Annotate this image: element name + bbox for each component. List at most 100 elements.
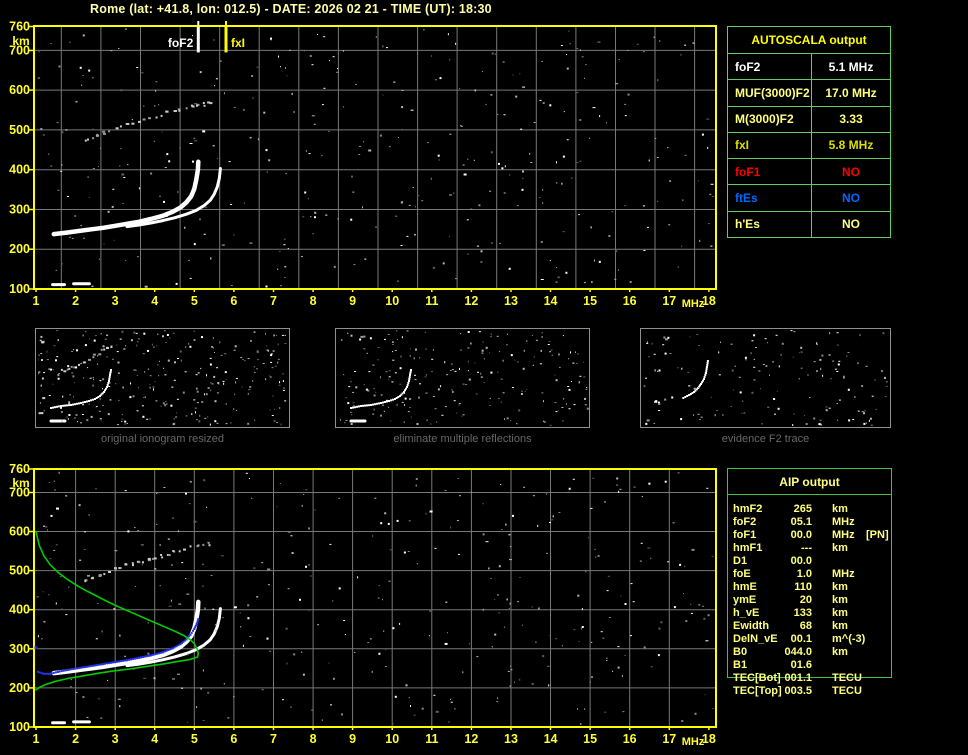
axis-label: 400 xyxy=(9,163,30,177)
parameter-value: 68 xyxy=(799,620,812,632)
noise-speckle-layer xyxy=(339,330,589,426)
parameter-value: 01.6 xyxy=(790,659,812,671)
axis-label: 6 xyxy=(230,294,237,308)
parameter-label: h'Es xyxy=(728,211,812,237)
parameter-unit: km xyxy=(832,607,848,619)
aip-row-foe: foE 1.0 MHz xyxy=(733,568,893,581)
autoscala-row-ftes: ftEs NO xyxy=(728,184,890,211)
axis-label: 10 xyxy=(385,294,399,308)
parameter-value: 001.1 xyxy=(784,672,812,684)
marker-foF2 xyxy=(196,27,200,53)
aip-row-b0: B0 044.0 km xyxy=(733,646,893,659)
axis-label: 13 xyxy=(504,294,518,308)
parameter-label: foF1 xyxy=(728,159,812,185)
parameter-value: 5.8 MHz xyxy=(828,138,874,153)
axis-label: 400 xyxy=(9,603,30,617)
parameter-value: 044.0 xyxy=(784,646,812,658)
parameter-unit: TECU xyxy=(832,672,862,684)
aip-row-tec-top-: TEC[Top] 003.5 TECU xyxy=(733,685,893,698)
axis-label: 4 xyxy=(151,294,158,308)
axis-label: 500 xyxy=(9,123,30,137)
parameter-value: 17.0 MHz xyxy=(825,85,877,100)
aip-row-deln-ve: DelN_vE 00.1 m^(-3) xyxy=(733,633,893,646)
axis-label: MHz xyxy=(682,298,705,310)
series-main-trace xyxy=(350,369,412,409)
axis-label: 14 xyxy=(544,294,558,308)
parameter-value: --- xyxy=(801,542,812,554)
axis-label: 6 xyxy=(230,732,237,746)
noise-speckle-layer xyxy=(37,330,287,426)
parameter-label: hmF1 xyxy=(733,542,763,554)
series-second-hop-echo xyxy=(84,101,213,142)
parameter-label: DelN_vE xyxy=(733,633,778,645)
axis-label: 14 xyxy=(544,732,558,746)
autoscala-row-m-3000-f2: M(3000)F2 3.33 xyxy=(728,105,890,132)
aip-row-hmf2: hmF2 265 km xyxy=(733,503,893,516)
axis-label: 760 xyxy=(9,20,30,34)
series-main-trace xyxy=(50,369,112,409)
autoscala-program-screen: 760 700 600 500 400 300 200 100 km 1 2 3 4 5 6 7 8 9 10 11 1… xyxy=(0,0,968,755)
aip-table-header: AIP output xyxy=(728,469,891,495)
axis-label: 9 xyxy=(349,732,356,746)
axis-label: 2 xyxy=(72,294,79,308)
parameter-value: 110 xyxy=(794,581,812,593)
axis-label: km xyxy=(12,476,29,490)
parameter-label: MUF(3000)F2 xyxy=(728,80,812,106)
axis-label: 12 xyxy=(464,732,478,746)
parameter-unit: m^(-3) xyxy=(832,633,866,645)
axis-label: 13 xyxy=(504,732,518,746)
series-electron-density-profile xyxy=(35,530,200,691)
aip-row-fof1: foF1 00.0 MHz [PN] xyxy=(733,529,893,542)
parameter-unit: MHz xyxy=(832,516,855,528)
parameter-label: fxI xyxy=(728,132,812,159)
axis-label: 100 xyxy=(9,282,30,296)
axis-label: 760 xyxy=(9,462,30,476)
parameter-label: Ewidth xyxy=(733,620,770,632)
parameter-label: M(3000)F2 xyxy=(728,106,812,132)
series-sparse-dots xyxy=(646,336,670,422)
parameter-unit: km xyxy=(832,503,848,515)
parameter-unit: MHz xyxy=(832,568,855,580)
aip-row-d1: D1 00.0 xyxy=(733,555,893,568)
thumbnail-caption-eliminate: eliminate multiple reflections xyxy=(393,433,532,445)
axis-label: 17 xyxy=(662,732,676,746)
axis-label: foF2 xyxy=(168,36,194,50)
parameter-value: 3.33 xyxy=(839,112,863,127)
parameter-value: 00.1 xyxy=(790,633,812,645)
axis-label: 600 xyxy=(9,525,30,539)
series-f2-x-mode-trace xyxy=(125,607,222,668)
autoscala-row-h-es: h'Es NO xyxy=(728,210,890,237)
series-left-edge-dots xyxy=(38,340,46,415)
thumbnail-caption-original: original ionogram resized xyxy=(101,433,224,445)
axis-label: 200 xyxy=(9,681,30,695)
noise-speckle-layer xyxy=(36,471,714,725)
parameter-value: 1.0 xyxy=(796,568,812,580)
axis-label: 15 xyxy=(583,294,597,308)
noise-speckle-layer xyxy=(643,330,888,426)
axis-label: 18 xyxy=(702,294,716,308)
axis-label: 1 xyxy=(33,294,40,308)
parameter-label: ymE xyxy=(733,594,757,606)
station-date-title: Rome (lat: +41.8, lon: 012.5) - DATE: 20… xyxy=(90,2,492,16)
axis-label: 8 xyxy=(310,732,317,746)
series-top-left-dots xyxy=(359,335,366,341)
series-fit-start-point xyxy=(34,646,38,650)
parameter-value: 003.5 xyxy=(784,685,812,697)
parameter-flag: [PN] xyxy=(866,529,889,541)
axis-label: 7 xyxy=(270,294,277,308)
autoscala-row-fxi: fxI 5.8 MHz xyxy=(728,131,890,159)
parameter-label: hmF2 xyxy=(733,503,763,515)
axis-label: 600 xyxy=(9,83,30,97)
axis-label: 18 xyxy=(702,732,716,746)
parameter-unit: km xyxy=(832,542,848,554)
aip-row-hmf1: hmF1 --- km xyxy=(733,542,893,555)
axis-label: 3 xyxy=(112,294,119,308)
parameter-value: 00.0 xyxy=(790,555,812,567)
autoscala-table-rows: foF2 5.1 MHz MUF(3000)F2 17.0 MHz M(3000)F2 3… xyxy=(728,54,890,237)
parameter-unit: km xyxy=(832,594,848,606)
thumbnail-caption-evidence: evidence F2 trace xyxy=(721,433,810,445)
axis-label: 16 xyxy=(623,732,637,746)
axis-label: 5 xyxy=(191,732,198,746)
marker-fxI xyxy=(224,27,228,53)
series-restored-o-trace-fit xyxy=(37,618,200,675)
